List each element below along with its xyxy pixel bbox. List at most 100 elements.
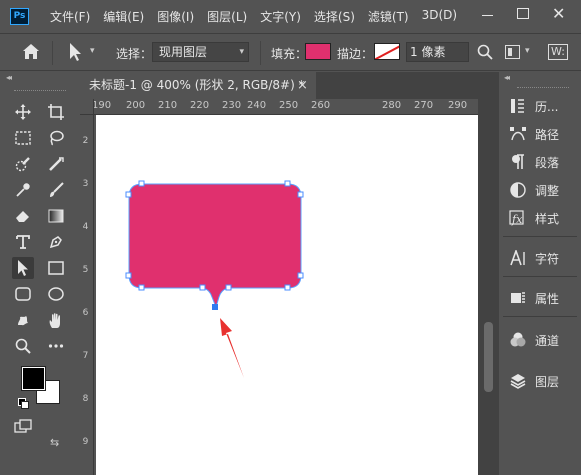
panel-item-history[interactable]: 历... (499, 93, 581, 119)
stroke-width-field[interactable]: 1 像素 (406, 42, 469, 62)
align-icon[interactable] (505, 45, 520, 59)
chevron-down-icon[interactable]: ▾ (525, 46, 530, 56)
pen-tool-icon[interactable] (45, 231, 67, 253)
maximize-button[interactable] (517, 8, 529, 19)
ruler-v-label: 4 (82, 222, 89, 232)
panel-divider (503, 236, 577, 237)
horizontal-ruler[interactable]: 190 200 210 220 230 240 250 260 280 290 … (94, 99, 478, 115)
panel-item-character[interactable]: 字符 (499, 245, 581, 271)
brush-tool-icon[interactable] (45, 179, 67, 201)
eyedropper-tool-icon[interactable] (12, 179, 34, 201)
ruler-h-label: 250 (279, 100, 299, 111)
puppet-warp-icon[interactable] (12, 309, 34, 331)
panel-label: 字符 (535, 251, 560, 266)
minimize-button[interactable] (482, 15, 493, 16)
document-tab[interactable]: 未标题-1 @ 400% (形状 2, RGB/8#) * (80, 72, 316, 99)
ruler-v-label: 3 (82, 179, 89, 189)
ruler-v-label: 2 (82, 136, 89, 146)
document-canvas[interactable] (96, 115, 478, 475)
options-bar: ▾ 选择： 现用图层 ▾ 填充： 描边： 1 像素 ▾ W: (0, 33, 581, 71)
type-tool-icon[interactable] (12, 231, 34, 253)
default-colors-icon[interactable] (18, 398, 29, 409)
collapse-panel-icon[interactable]: ◂◂ (504, 73, 510, 82)
scrollbar-thumb[interactable] (484, 322, 493, 392)
ruler-v-label: 6 (82, 308, 89, 318)
menu-type[interactable]: 文字(Y) (260, 8, 301, 25)
chevron-down-icon: ▾ (239, 47, 244, 57)
zoom-tool-icon[interactable] (12, 335, 34, 357)
width-field-label[interactable]: W: (548, 44, 568, 60)
fill-color-swatch[interactable] (305, 43, 331, 60)
panel-item-channels[interactable]: 通道 (499, 327, 581, 353)
select-dropdown[interactable]: 现用图层 ▾ (152, 42, 249, 62)
menu-filter[interactable]: 滤镜(T) (368, 8, 409, 25)
stroke-color-swatch[interactable] (374, 43, 400, 60)
stroke-label: 描边： (337, 47, 374, 61)
ruler-h-label: 240 (247, 100, 267, 111)
menu-items: 文件(F) 编辑(E) 图像(I) 图层(L) 文字(Y) 选择(S) 滤镜(T… (50, 8, 470, 25)
panel-divider (503, 276, 577, 277)
menu-edit[interactable]: 编辑(E) (103, 8, 144, 25)
panel-label: 属性 (535, 291, 560, 306)
close-tab-icon[interactable]: × (297, 78, 308, 93)
close-window-button[interactable]: ✕ (552, 4, 565, 23)
panel-item-styles[interactable]: fx 样式 (499, 205, 581, 231)
layers-icon (509, 372, 527, 390)
menu-file[interactable]: 文件(F) (50, 8, 90, 25)
ruler-v-label: 7 (82, 351, 89, 361)
select-value: 现用图层 (159, 45, 208, 59)
panel-item-paths[interactable]: 路径 (499, 121, 581, 147)
options-separator (260, 41, 261, 65)
panel-item-layers[interactable]: 图层 (499, 368, 581, 394)
artboard-tool-icon[interactable] (45, 101, 67, 123)
rectangle-tool-icon[interactable] (45, 257, 67, 279)
path-selection-icon[interactable] (67, 42, 83, 65)
lasso-tool-icon[interactable] (45, 127, 67, 149)
adjustments-icon (509, 181, 527, 199)
more-tools-icon[interactable] (45, 335, 67, 357)
panel-label: 历... (535, 99, 559, 114)
rounded-frame-tool-icon[interactable] (12, 283, 34, 305)
panel-label: 调整 (535, 183, 560, 198)
vertical-scrollbar[interactable] (478, 99, 499, 475)
hand-tool-icon[interactable] (45, 309, 67, 331)
eraser-tool-icon[interactable] (12, 205, 34, 227)
menu-bar: Ps 文件(F) 编辑(E) 图像(I) 图层(L) 文字(Y) 选择(S) 滤… (0, 0, 581, 32)
panel-item-paragraph[interactable]: 段落 (499, 149, 581, 175)
move-tool-icon[interactable] (12, 101, 34, 123)
direct-selection-tool-icon[interactable] (12, 257, 34, 279)
panel-grip[interactable] (517, 87, 569, 89)
panel-grip[interactable] (14, 90, 66, 92)
menu-3d[interactable]: 3D(D) (422, 8, 457, 25)
menu-image[interactable]: 图像(I) (157, 8, 194, 25)
vertical-ruler[interactable]: 2 3 4 5 6 7 8 9 (80, 115, 94, 475)
panel-label: 通道 (535, 333, 560, 348)
fill-label: 填充： (271, 47, 308, 61)
home-icon[interactable] (22, 43, 40, 63)
foreground-color-swatch[interactable] (21, 366, 46, 391)
search-icon[interactable] (477, 44, 493, 63)
marquee-tool-icon[interactable] (12, 127, 34, 149)
character-icon (509, 249, 527, 267)
paths-icon (509, 125, 527, 143)
channels-icon (509, 331, 527, 349)
ellipse-tool-icon[interactable] (45, 283, 67, 305)
swap-colors-icon[interactable]: ⇆ (50, 436, 59, 449)
ruler-h-label: 280 (382, 100, 402, 111)
panel-item-adjustments[interactable]: 调整 (499, 177, 581, 203)
quick-mask-icon[interactable] (12, 416, 34, 438)
quick-select-tool-icon[interactable] (12, 153, 34, 175)
menu-select[interactable]: 选择(S) (314, 8, 355, 25)
gradient-tool-icon[interactable] (45, 205, 67, 227)
chevron-down-icon[interactable]: ▾ (90, 46, 95, 56)
select-label: 选择： (116, 47, 153, 61)
ruler-origin[interactable] (80, 99, 94, 115)
styles-icon: fx (509, 209, 527, 227)
tools-panel: ◂◂ ⇆ (0, 72, 79, 475)
history-icon (509, 97, 527, 115)
crop-tool-icon[interactable] (45, 153, 67, 175)
collapse-panel-icon[interactable]: ◂◂ (6, 73, 12, 82)
menu-layer[interactable]: 图层(L) (207, 8, 247, 25)
panel-item-properties[interactable]: 属性 (499, 285, 581, 311)
photoshop-logo: Ps (10, 8, 29, 25)
